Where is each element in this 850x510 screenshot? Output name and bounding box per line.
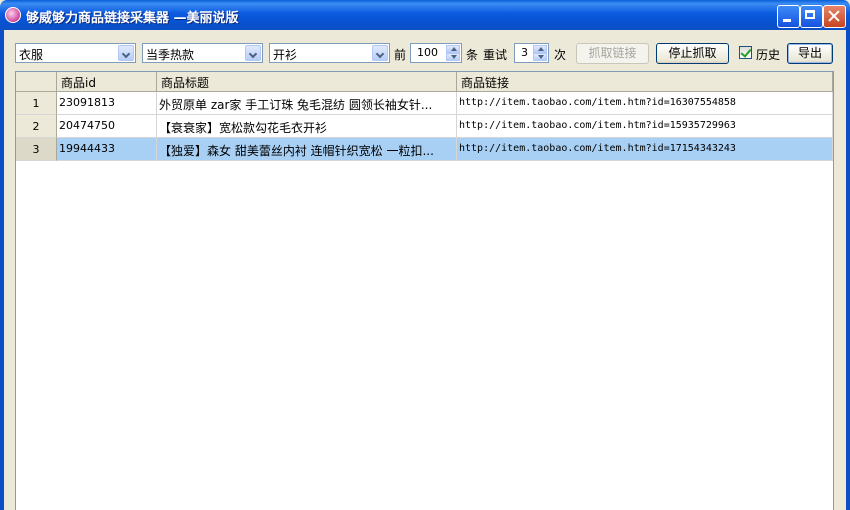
history-checkbox[interactable]	[739, 46, 752, 59]
category2-value: 当季热款	[146, 48, 195, 62]
stepper-down-icon[interactable]	[533, 53, 547, 61]
row-number[interactable]: 2	[16, 115, 57, 138]
column-header-label: 商品链接	[461, 76, 510, 90]
row-header-corner	[16, 72, 57, 92]
table-row[interactable]: 1 23091813 外贸原单 zar家 手工订珠 兔毛混纺 圆领长袖女针...…	[16, 92, 833, 115]
row-number[interactable]: 3	[16, 138, 57, 161]
times-label: 次	[554, 48, 567, 62]
results-table[interactable]: 商品id 商品标题 商品链接 1 23091813 外贸原单 zar家 手工订珠…	[15, 71, 834, 510]
retry-count-value: 3	[521, 46, 528, 59]
title-bar[interactable]: 够威够力商品链接采集器 —美丽说版	[0, 0, 850, 30]
category2-dropdown[interactable]: 当季热款	[142, 43, 263, 63]
export-button[interactable]: 导出	[787, 43, 833, 64]
cell-link[interactable]: http://item.taobao.com/item.htm?id=17154…	[457, 138, 833, 161]
chevron-down-icon[interactable]	[245, 45, 261, 61]
cell-link[interactable]: http://item.taobao.com/item.htm?id=16307…	[457, 92, 833, 115]
top-label: 前	[394, 48, 407, 62]
top-count-value: 100	[417, 46, 438, 59]
category3-dropdown[interactable]: 开衫	[269, 43, 390, 63]
window-border-right	[846, 30, 850, 510]
history-label: 历史	[756, 48, 781, 62]
close-button[interactable]	[823, 5, 846, 28]
cell-title[interactable]: 【衰衰家】宽松款勾花毛衣开衫	[157, 115, 457, 138]
stepper-buttons	[446, 45, 460, 61]
cell-id[interactable]: 23091813	[57, 92, 157, 115]
chevron-down-icon[interactable]	[118, 45, 134, 61]
stepper-up-icon[interactable]	[446, 45, 460, 53]
stepper-up-icon[interactable]	[533, 45, 547, 53]
cell-id[interactable]: 20474750	[57, 115, 157, 138]
minimize-button[interactable]	[777, 5, 800, 28]
table-row-selected[interactable]: 3 19944433 【独爱】森女 甜美蕾丝内衬 连帽针织宽松 一粒扣... h…	[16, 138, 833, 161]
column-header-id[interactable]: 商品id	[57, 72, 157, 92]
cell-title[interactable]: 【独爱】森女 甜美蕾丝内衬 连帽针织宽松 一粒扣...	[157, 138, 457, 161]
retry-label: 重试	[483, 48, 508, 62]
category1-value: 衣服	[19, 48, 44, 62]
app-window: 够威够力商品链接采集器 —美丽说版 衣服 当季热款 开衫 前 100 条 重试 …	[0, 0, 850, 510]
window-border-left	[0, 30, 4, 510]
app-logo-icon[interactable]	[5, 7, 21, 23]
column-header-title[interactable]: 商品标题	[157, 72, 457, 92]
column-header-link[interactable]: 商品链接	[457, 72, 833, 92]
stop-fetch-button[interactable]: 停止抓取	[656, 43, 729, 64]
row-number[interactable]: 1	[16, 92, 57, 115]
cell-id[interactable]: 19944433	[57, 138, 157, 161]
cell-link[interactable]: http://item.taobao.com/item.htm?id=15935…	[457, 115, 833, 138]
checkmark-icon	[740, 46, 752, 58]
category1-dropdown[interactable]: 衣服	[15, 43, 136, 63]
table-row[interactable]: 2 20474750 【衰衰家】宽松款勾花毛衣开衫 http://item.ta…	[16, 115, 833, 138]
maximize-button[interactable]	[800, 5, 823, 28]
stepper-buttons	[533, 45, 547, 61]
column-header-label: 商品id	[61, 76, 96, 90]
window-title: 够威够力商品链接采集器 —美丽说版	[26, 11, 239, 26]
category3-value: 开衫	[273, 48, 298, 62]
top-count-stepper[interactable]: 100	[410, 43, 462, 63]
fetch-links-button[interactable]: 抓取链接	[576, 43, 649, 64]
cell-title[interactable]: 外贸原单 zar家 手工订珠 兔毛混纺 圆领长袖女针...	[157, 92, 457, 115]
column-header-label: 商品标题	[161, 76, 210, 90]
stepper-down-icon[interactable]	[446, 53, 460, 61]
items-label: 条	[466, 48, 479, 62]
chevron-down-icon[interactable]	[372, 45, 388, 61]
retry-count-stepper[interactable]: 3	[514, 43, 549, 63]
